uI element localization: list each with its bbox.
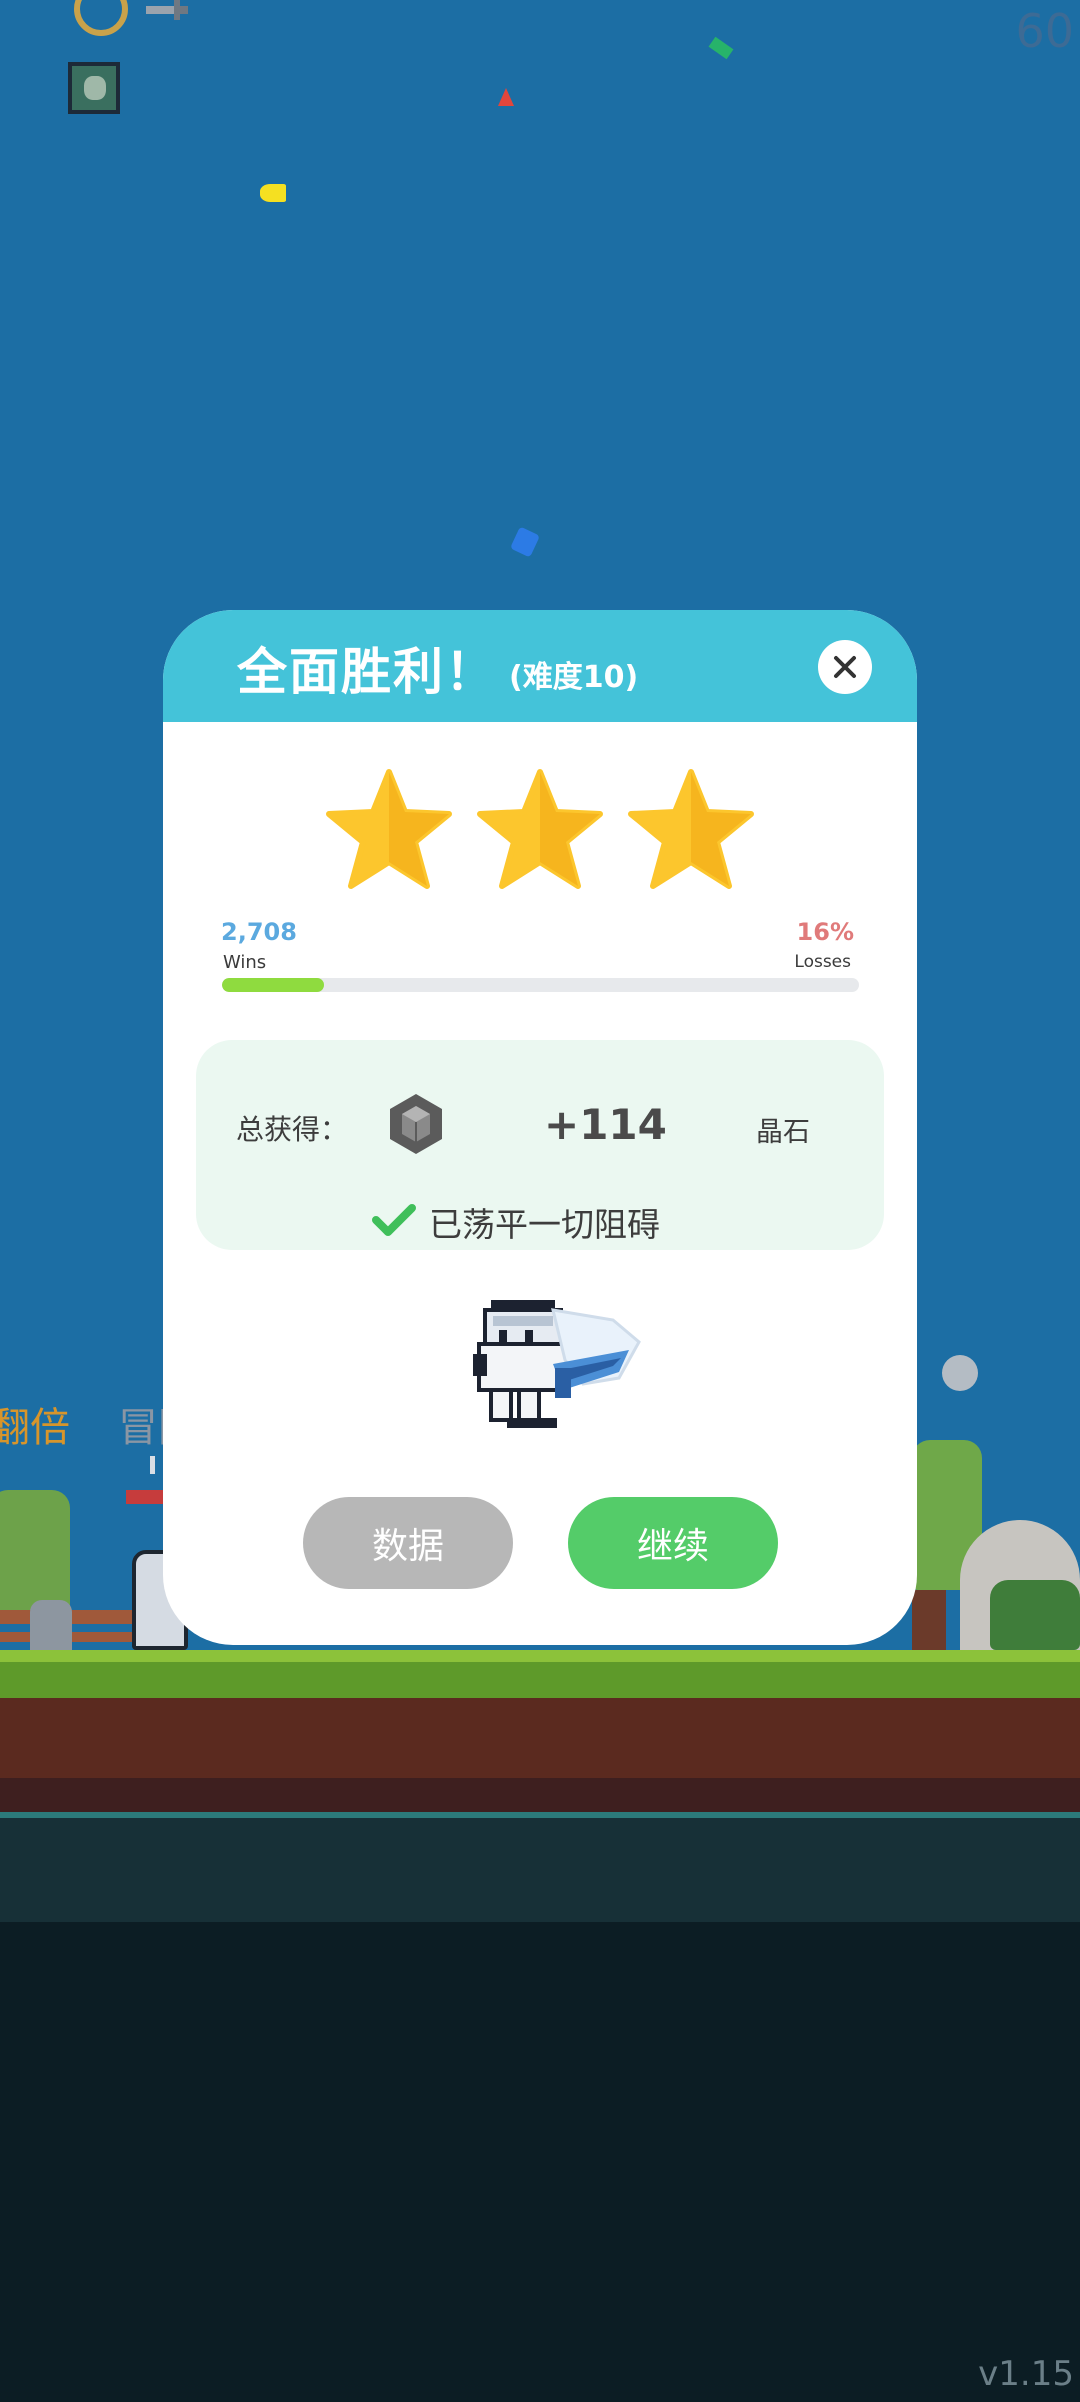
cleared-status-text: 已荡平一切阻碍 [429,1205,660,1244]
wins-label: Wins [223,952,267,973]
wins-value: 2,708 [221,918,297,946]
tree-trunk [912,1590,946,1650]
reward-unit: 晶石 [756,1117,810,1148]
victory-dialog: 全面胜利！ (难度10) 2,708 Wins 16% Losses 总获得： [163,610,917,1645]
confetti-red [498,88,514,106]
background-label-orange: 翻倍 [0,1405,70,1451]
star-rating [163,768,917,898]
pebble-cloud [942,1355,978,1391]
difficulty-label: (难度10) [509,660,639,695]
losses-value: 16% [796,918,854,946]
dirt-layer [0,1698,1080,1778]
dirt-layer-dark [0,1778,1080,1812]
tree-left [0,1490,70,1610]
background-tick [150,1456,155,1474]
grass-ground [0,1650,1080,1698]
continue-button[interactable]: 继续 [568,1497,778,1589]
bush-right [990,1580,1080,1650]
close-icon [834,656,856,678]
reward-label: 总获得： [236,1113,349,1146]
star-icon-3 [628,769,754,889]
sword-icon[interactable] [144,0,190,24]
dialog-title: 全面胜利！ [237,643,497,701]
dialog-header: 全面胜利！ (难度10) [163,610,917,722]
water-surface [0,1812,1080,1922]
stats-button[interactable]: 数据 [303,1497,513,1589]
progress-fill [222,978,324,992]
star-icon-1 [326,769,452,889]
close-button[interactable] [818,640,872,694]
knight-character-icon [473,1300,641,1428]
win-loss-progress-bar [222,978,859,992]
gravestone [30,1600,72,1650]
version-label: v1.15 [978,2354,1074,2394]
crystal-gem-icon [390,1094,442,1154]
star-icon-2 [477,769,603,889]
fps-counter: 60 [1015,4,1074,58]
reward-panel: 总获得： +114 晶石 已荡平一切阻碍 [196,1040,884,1250]
confetti-yellow [260,184,286,202]
reward-value: +114 [544,1100,667,1149]
losses-label: Losses [794,952,851,972]
portrait-item-icon[interactable] [68,62,120,114]
check-icon [372,1204,416,1236]
